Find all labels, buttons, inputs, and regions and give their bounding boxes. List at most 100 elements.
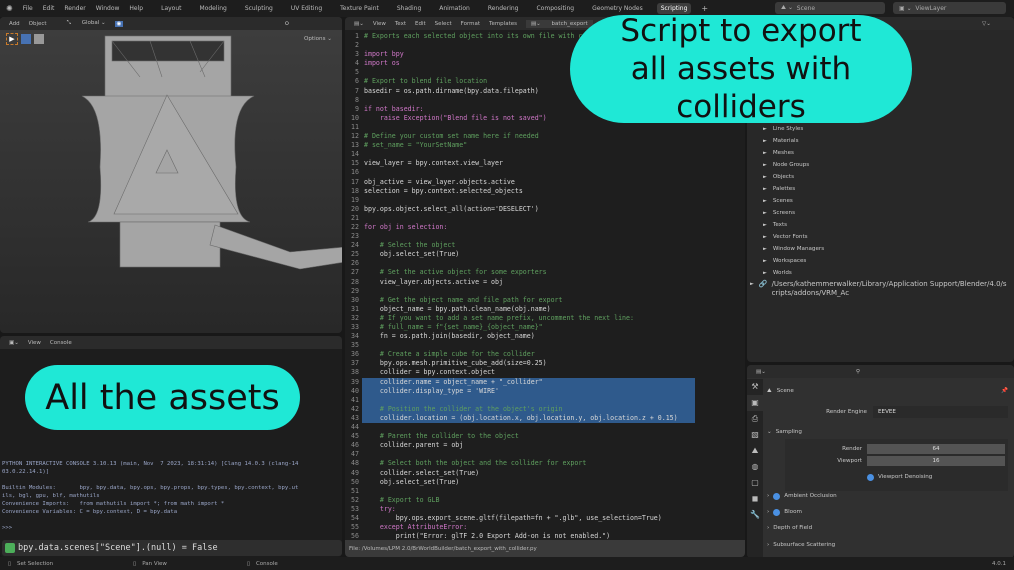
ambient-occlusion-panel[interactable]: › Ambient Occlusion: [767, 489, 1008, 503]
toggle-icon[interactable]: [773, 508, 781, 516]
code-line[interactable]: 30 # Get the object name and file path f…: [345, 296, 745, 305]
expand-arrow-icon[interactable]: ►: [763, 198, 767, 204]
code-line[interactable]: 48 # Select both the object and the coll…: [345, 459, 745, 468]
menu-edit[interactable]: Edit: [43, 5, 55, 12]
code-line[interactable]: 12 # Define your custom set name here if …: [345, 132, 745, 141]
viewport-denoising-checkbox[interactable]: Viewport Denoising: [867, 470, 1002, 484]
expand-arrow-icon[interactable]: ►: [763, 246, 767, 252]
editor-type-icon[interactable]: ▤⌄: [354, 21, 364, 27]
menu-select[interactable]: Select: [435, 21, 452, 27]
tool-tab-icon[interactable]: ⚒: [747, 379, 763, 395]
code-line[interactable]: 15 view_layer = bpy.context.view_layer: [345, 159, 745, 168]
menu-format[interactable]: Format: [461, 21, 480, 27]
code-line[interactable]: 53 try:: [345, 505, 745, 514]
outliner-item[interactable]: ► Texts: [747, 219, 787, 231]
modifier-tab-icon[interactable]: 🔧: [747, 507, 763, 523]
code-line[interactable]: 31 object_name = bpy.path.clean_name(obj…: [345, 305, 745, 314]
code-line[interactable]: 37 bpy.ops.mesh.primitive_cube_add(size=…: [345, 359, 745, 368]
expand-arrow-icon[interactable]: ►: [763, 222, 767, 228]
sampling-panel-header[interactable]: ⌄ Sampling: [767, 425, 1008, 439]
view-layer-tab-icon[interactable]: ▧: [747, 427, 763, 443]
console-view-menu[interactable]: View: [28, 340, 41, 346]
code-line[interactable]: 28 view_layer.objects.active = obj: [345, 278, 745, 287]
code-line[interactable]: 23: [345, 232, 745, 241]
code-line[interactable]: 29: [345, 287, 745, 296]
outliner-item[interactable]: ► Meshes: [747, 147, 794, 159]
code-line[interactable]: 39 collider.name = object_name + "_colli…: [345, 377, 745, 387]
code-line[interactable]: 13 # set_name = "YourSetName": [345, 141, 745, 150]
code-line[interactable]: 55 except AttributeError:: [345, 523, 745, 532]
outliner-item[interactable]: ► Materials: [747, 135, 799, 147]
expand-arrow-icon[interactable]: ►: [763, 270, 767, 276]
scene-tab-icon[interactable]: ⛰: [747, 443, 763, 459]
code-line[interactable]: 38 collider = bpy.context.object: [345, 368, 745, 377]
viewport-samples-field[interactable]: 16: [867, 456, 1005, 466]
code-line[interactable]: 36 # Create a simple cube for the collid…: [345, 350, 745, 359]
render-samples-field[interactable]: 64: [867, 444, 1005, 454]
text-file-selector[interactable]: ▤⌄ batch_export: [525, 19, 593, 28]
outliner-item[interactable]: ► Worlds: [747, 267, 792, 279]
outliner-item[interactable]: ► Objects: [747, 171, 794, 183]
outliner-item[interactable]: ► Screens: [747, 207, 795, 219]
console-output[interactable]: PYTHON INTERACTIVE CONSOLE 3.10.13 (main…: [0, 460, 300, 532]
tab-shading[interactable]: Shading: [393, 3, 425, 14]
code-line[interactable]: 54 bpy.ops.export_scene.gltf(filepath=fn…: [345, 514, 745, 523]
code-line[interactable]: 14: [345, 150, 745, 159]
expand-arrow-icon[interactable]: ►: [763, 162, 767, 168]
editor-type-icon[interactable]: ▤⌄: [756, 369, 766, 375]
tab-rendering[interactable]: Rendering: [484, 3, 523, 14]
code-line[interactable]: 49 collider.select_set(True): [345, 469, 745, 478]
code-line[interactable]: 16: [345, 168, 745, 177]
render-tab-icon[interactable]: ▣: [747, 395, 763, 411]
menu-templates[interactable]: Templates: [489, 21, 517, 27]
code-line[interactable]: 32 # If you want to add a set name prefi…: [345, 314, 745, 323]
expand-arrow-icon[interactable]: ►: [763, 150, 767, 156]
code-line[interactable]: 22 for obj in selection:: [345, 223, 745, 232]
menu-text[interactable]: Text: [395, 21, 406, 27]
outliner-item[interactable]: ► Vector Fonts: [747, 231, 808, 243]
code-line[interactable]: 17 obj_active = view_layer.objects.active: [345, 178, 745, 187]
subsurface-scattering-panel[interactable]: › Subsurface Scattering: [767, 538, 1008, 552]
menu-window[interactable]: Window: [96, 5, 120, 12]
expand-arrow-icon[interactable]: ►: [763, 138, 767, 144]
code-line[interactable]: 33 # full_name = f"{set_name}_{object_na…: [345, 323, 745, 332]
view-layer-selector[interactable]: ▣ ⌄ ViewLayer: [893, 2, 1006, 14]
code-line[interactable]: 47: [345, 450, 745, 459]
library-path-row[interactable]: ► 🔗 /Users/kathemmerwalker/Library/Appli…: [747, 280, 1014, 298]
expand-arrow-icon[interactable]: ►: [750, 280, 754, 289]
tab-layout[interactable]: Layout: [157, 3, 185, 14]
expand-arrow-icon[interactable]: ►: [763, 234, 767, 240]
3d-viewport[interactable]: Add Object ⤡ Global ⌄ ◉ ⚪ ▶ Options ⌄: [0, 17, 342, 333]
depth-of-field-panel[interactable]: › Depth of Field: [767, 521, 1008, 535]
code-line[interactable]: 42 # Position the collider at the object…: [345, 404, 745, 414]
expand-arrow-icon[interactable]: ►: [763, 174, 767, 180]
collection-tab-icon[interactable]: ▢: [747, 475, 763, 491]
menu-edit[interactable]: Edit: [415, 21, 426, 27]
code-line[interactable]: 35: [345, 341, 745, 350]
code-line[interactable]: 41: [345, 395, 745, 405]
code-line[interactable]: 45 # Parent the collider to the object: [345, 432, 745, 441]
code-line[interactable]: 51: [345, 487, 745, 496]
code-line[interactable]: 18 selection = bpy.context.selected_objec…: [345, 187, 745, 196]
output-tab-icon[interactable]: ⎙: [747, 411, 763, 427]
tab-modeling[interactable]: Modeling: [196, 3, 231, 14]
object-tab-icon[interactable]: ◼: [747, 491, 763, 507]
pin-icon[interactable]: 📌: [1001, 388, 1008, 394]
expand-arrow-icon[interactable]: ►: [763, 186, 767, 192]
search-icon[interactable]: ⚲: [856, 369, 860, 375]
code-line[interactable]: 44: [345, 423, 745, 432]
tab-texture-paint[interactable]: Texture Paint: [336, 3, 383, 14]
toggle-icon[interactable]: [773, 492, 781, 500]
menu-file[interactable]: File: [23, 5, 33, 12]
code-line[interactable]: 34 fn = os.path.join(basedir, object_nam…: [345, 332, 745, 341]
render-engine-dropdown[interactable]: EEVEE: [873, 406, 1008, 418]
tab-animation[interactable]: Animation: [435, 3, 474, 14]
code-line[interactable]: 20 bpy.ops.object.select_all(action='DESE…: [345, 205, 745, 214]
code-line[interactable]: 27 # Set the active object for some expo…: [345, 268, 745, 277]
outliner-item[interactable]: ► Node Groups: [747, 159, 809, 171]
menu-view[interactable]: View: [373, 21, 386, 27]
code-line[interactable]: 24 # Select the object: [345, 241, 745, 250]
code-line[interactable]: 40 collider.display_type = 'WIRE': [345, 386, 745, 396]
code-line[interactable]: 43 collider.location = (obj.location.x, …: [345, 413, 745, 424]
outliner-item[interactable]: ► Workspaces: [747, 255, 806, 267]
